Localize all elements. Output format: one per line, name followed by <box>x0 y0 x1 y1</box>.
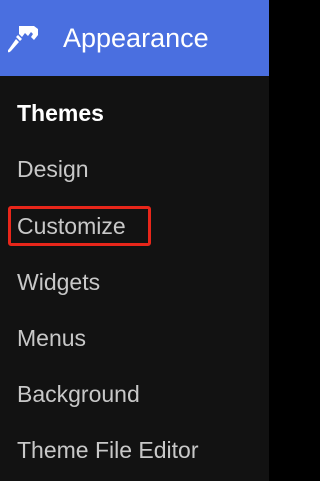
appearance-submenu: Themes Design Customize Widgets Menus Ba… <box>0 76 269 481</box>
appearance-menu-header[interactable]: Appearance <box>0 0 269 76</box>
paintbrush-icon <box>7 22 44 56</box>
submenu-item-themes[interactable]: Themes <box>17 97 104 129</box>
submenu-item-widgets[interactable]: Widgets <box>17 266 100 298</box>
submenu-item-menus[interactable]: Menus <box>17 322 86 354</box>
appearance-menu: Appearance Themes Design Customize Widge… <box>0 0 269 481</box>
appearance-menu-title: Appearance <box>63 23 209 53</box>
submenu-item-background[interactable]: Background <box>17 378 140 410</box>
submenu-item-customize[interactable]: Customize <box>17 210 126 242</box>
submenu-item-design[interactable]: Design <box>17 153 89 185</box>
submenu-item-theme-file-editor[interactable]: Theme File Editor <box>17 434 199 466</box>
